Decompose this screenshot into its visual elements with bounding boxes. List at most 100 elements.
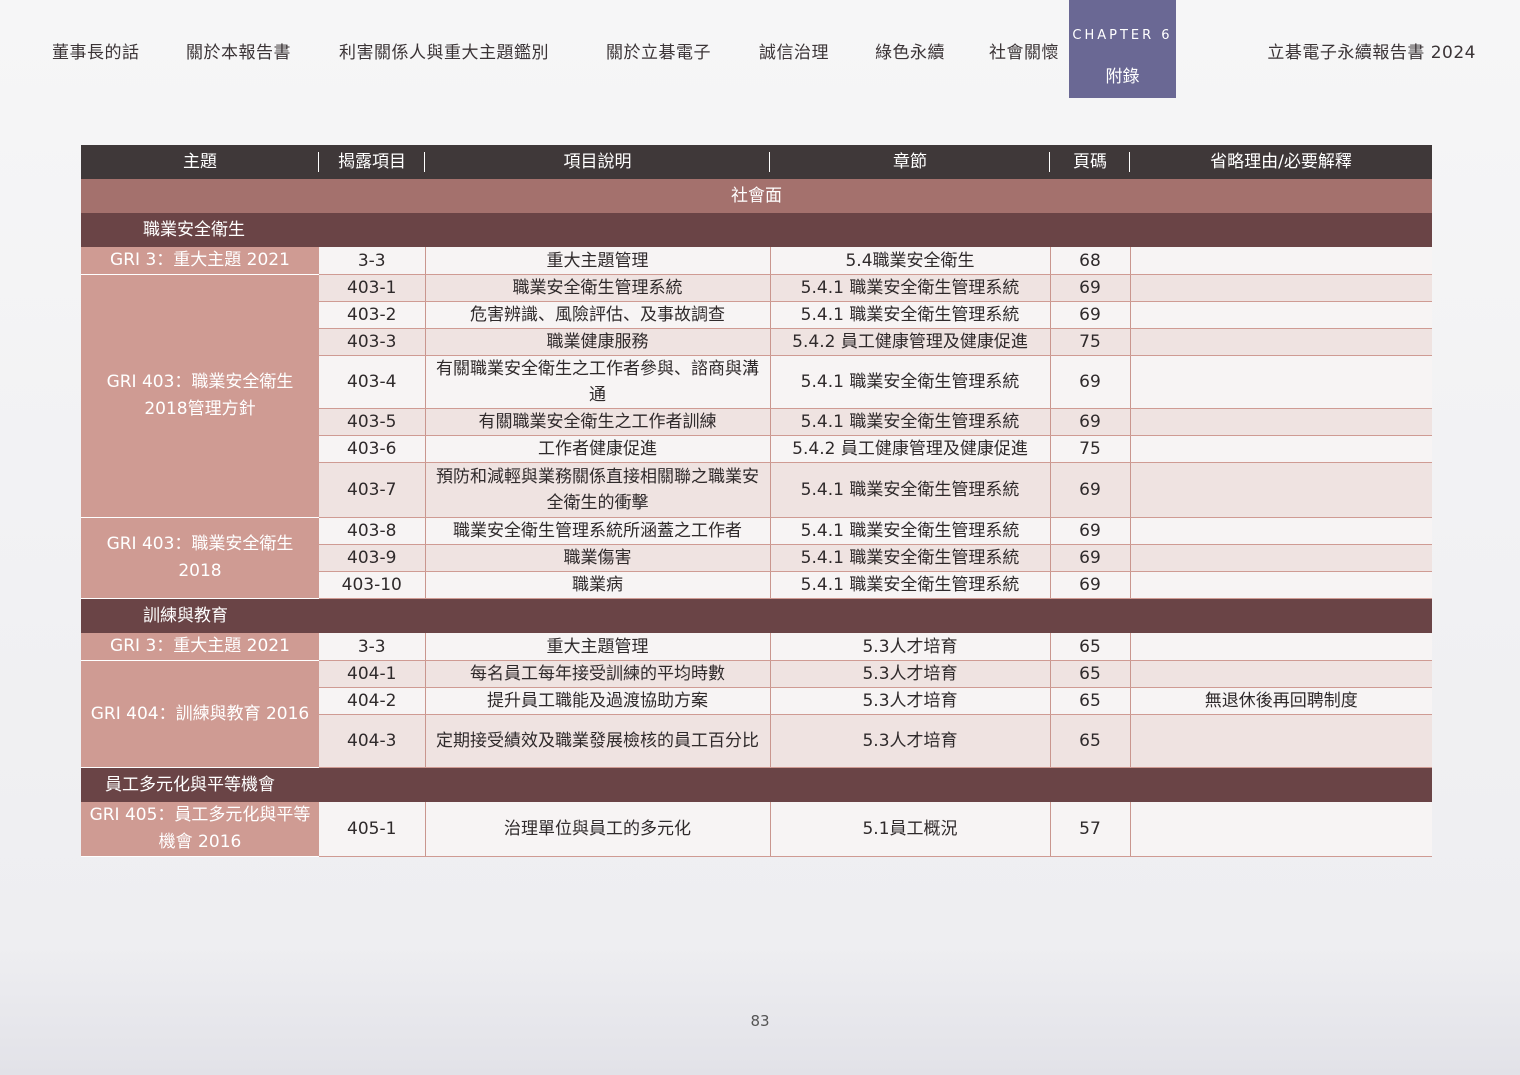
disclosure-code: 3-3 [319, 633, 426, 661]
page-reference: 69 [1050, 462, 1131, 518]
disclosure-description: 重大主題管理 [425, 247, 771, 275]
omission-reason [1130, 714, 1432, 768]
omission-reason [1130, 571, 1432, 599]
page-reference: 69 [1050, 544, 1131, 572]
page-reference: 69 [1050, 408, 1131, 436]
chapter-reference: 5.3人才培育 [770, 660, 1051, 688]
header-omission: 省略理由/必要解釋 [1130, 145, 1432, 179]
disclosure-description: 有關職業安全衛生之工作者訓練 [425, 408, 771, 436]
page-reference: 69 [1050, 571, 1131, 599]
gri-standard-cell: GRI 3：重大主題 2021 [81, 247, 319, 275]
gri-standard-cell: GRI 404：訓練與教育 2016 [81, 660, 319, 768]
page-reference: 57 [1050, 802, 1131, 857]
chapter-reference: 5.4.1 職業安全衛生管理系統 [770, 301, 1051, 329]
chapter-reference: 5.1員工概況 [770, 802, 1051, 857]
header-disclosure: 揭露項目 [319, 145, 425, 179]
omission-reason [1130, 301, 1432, 329]
header-topic: 主題 [81, 145, 319, 179]
disclosure-code: 403-8 [319, 517, 426, 545]
disclosure-code: 403-5 [319, 408, 426, 436]
page-reference: 75 [1050, 435, 1131, 463]
table-row: GRI 403：職業安全衛生 2018 403-8 職業安全衛生管理系統所涵蓋之… [81, 517, 1432, 599]
gri-standard-cell: GRI 403：職業安全衛生 2018 [81, 517, 319, 599]
disclosure-description: 重大主題管理 [425, 633, 771, 661]
page-number: 83 [750, 1012, 770, 1030]
chapter-reference: 5.4職業安全衛生 [770, 247, 1051, 275]
page-reference: 69 [1050, 355, 1131, 409]
table-row: GRI 3：重大主題 2021 3-3 重大主題管理 5.3人才培育 65 [81, 633, 1432, 661]
chapter-reference: 5.3人才培育 [770, 687, 1051, 715]
section-row: 訓練與教育 [81, 598, 1432, 633]
omission-reason: 無退休後再回聘制度 [1130, 687, 1432, 715]
chapter-reference: 5.4.2 員工健康管理及健康促進 [770, 328, 1051, 356]
chapter-reference: 5.4.1 職業安全衛生管理系統 [770, 408, 1051, 436]
omission-reason [1130, 355, 1432, 409]
disclosure-description: 危害辨識、風險評估、及事故調查 [425, 301, 771, 329]
top-navigation: 董事長的話 關於本報告書 利害關係人與重大主題鑑別 關於立碁電子 誠信治理 綠色… [0, 0, 1520, 100]
table-header-row: 主題 揭露項目 項目說明 章節 頁碼 省略理由/必要解釋 [81, 145, 1432, 179]
header-chapter: 章節 [770, 145, 1050, 179]
page-reference: 65 [1050, 687, 1131, 715]
header-page: 頁碼 [1050, 145, 1130, 179]
chapter-reference: 5.4.1 職業安全衛生管理系統 [770, 355, 1051, 409]
disclosure-description: 定期接受績效及職業發展檢核的員工百分比 [425, 714, 771, 768]
section-row: 職業安全衛生 [81, 213, 1432, 247]
omission-reason [1130, 462, 1432, 518]
omission-reason [1130, 544, 1432, 572]
disclosure-description: 預防和減輕與業務關係直接相關聯之職業安全衛生的衝擊 [425, 462, 771, 518]
section-title: 訓練與教育 [81, 598, 1432, 633]
disclosure-description: 每名員工每年接受訓練的平均時數 [425, 660, 771, 688]
section-title: 員工多元化與平等機會 [81, 767, 1432, 802]
table-row: GRI 3：重大主題 2021 3-3 重大主題管理 5.4職業安全衛生 68 [81, 247, 1432, 275]
disclosure-code: 403-2 [319, 301, 426, 329]
disclosure-code: 403-3 [319, 328, 426, 356]
omission-reason [1130, 435, 1432, 463]
chapter-reference: 5.4.1 職業安全衛生管理系統 [770, 517, 1051, 545]
disclosure-description: 治理單位與員工的多元化 [425, 802, 771, 857]
page-reference: 69 [1050, 301, 1131, 329]
disclosure-description: 職業安全衛生管理系統 [425, 274, 771, 302]
disclosure-code: 403-9 [319, 544, 426, 572]
gri-standard-cell: GRI 405：員工多元化與平等機會 2016 [81, 802, 319, 857]
omission-reason [1130, 247, 1432, 275]
disclosure-description: 有關職業安全衛生之工作者參與、諮商與溝通 [425, 355, 771, 409]
omission-reason [1130, 517, 1432, 545]
chapter-label: CHAPTER 6 [1072, 28, 1173, 43]
section-row: 員工多元化與平等機會 [81, 767, 1432, 802]
disclosure-code: 403-4 [319, 355, 426, 409]
page-reference: 69 [1050, 517, 1131, 545]
gri-index-table-container: 主題 揭露項目 項目說明 章節 頁碼 省略理由/必要解釋 社會面 職業安全衛生 … [81, 145, 1432, 857]
disclosure-code: 403-7 [319, 462, 426, 518]
nav-item-about-company[interactable]: 關於立碁電子 [606, 38, 711, 63]
nav-item-green-sustainability[interactable]: 綠色永續 [875, 38, 945, 63]
nav-item-stakeholders[interactable]: 利害關係人與重大主題鑑別 [339, 38, 549, 63]
disclosure-description: 職業安全衛生管理系統所涵蓋之工作者 [425, 517, 771, 545]
nav-item-integrity-governance[interactable]: 誠信治理 [759, 38, 829, 63]
omission-reason [1130, 274, 1432, 302]
chapter-tab-appendix[interactable]: CHAPTER 6 附錄 [1069, 0, 1176, 98]
page-reference: 65 [1050, 714, 1131, 768]
chapter-reference: 5.3人才培育 [770, 714, 1051, 768]
chapter-reference: 5.4.1 職業安全衛生管理系統 [770, 274, 1051, 302]
chapter-reference: 5.4.1 職業安全衛生管理系統 [770, 571, 1051, 599]
disclosure-code: 404-2 [319, 687, 426, 715]
disclosure-description: 職業健康服務 [425, 328, 771, 356]
gri-index-table: 主題 揭露項目 項目說明 章節 頁碼 省略理由/必要解釋 社會面 職業安全衛生 … [81, 145, 1432, 857]
nav-item-social-care[interactable]: 社會關懷 [989, 38, 1059, 63]
disclosure-description: 工作者健康促進 [425, 435, 771, 463]
dimension-row: 社會面 [81, 179, 1432, 213]
omission-reason [1130, 802, 1432, 857]
nav-item-about-report[interactable]: 關於本報告書 [186, 38, 291, 63]
dimension-label: 社會面 [81, 179, 1432, 213]
report-title: 立碁電子永續報告書 2024 [1267, 43, 1476, 63]
omission-reason [1130, 408, 1432, 436]
nav-item-chairman-message[interactable]: 董事長的話 [52, 38, 140, 63]
disclosure-description: 職業傷害 [425, 544, 771, 572]
chapter-title: 附錄 [1105, 67, 1140, 87]
disclosure-description: 提升員工職能及過渡協助方案 [425, 687, 771, 715]
disclosure-code: 404-3 [319, 714, 426, 768]
chapter-reference: 5.4.2 員工健康管理及健康促進 [770, 435, 1051, 463]
page-reference: 69 [1050, 274, 1131, 302]
table-row: GRI 404：訓練與教育 2016 404-1 每名員工每年接受訓練的平均時數… [81, 660, 1432, 768]
page-reference: 68 [1050, 247, 1131, 275]
